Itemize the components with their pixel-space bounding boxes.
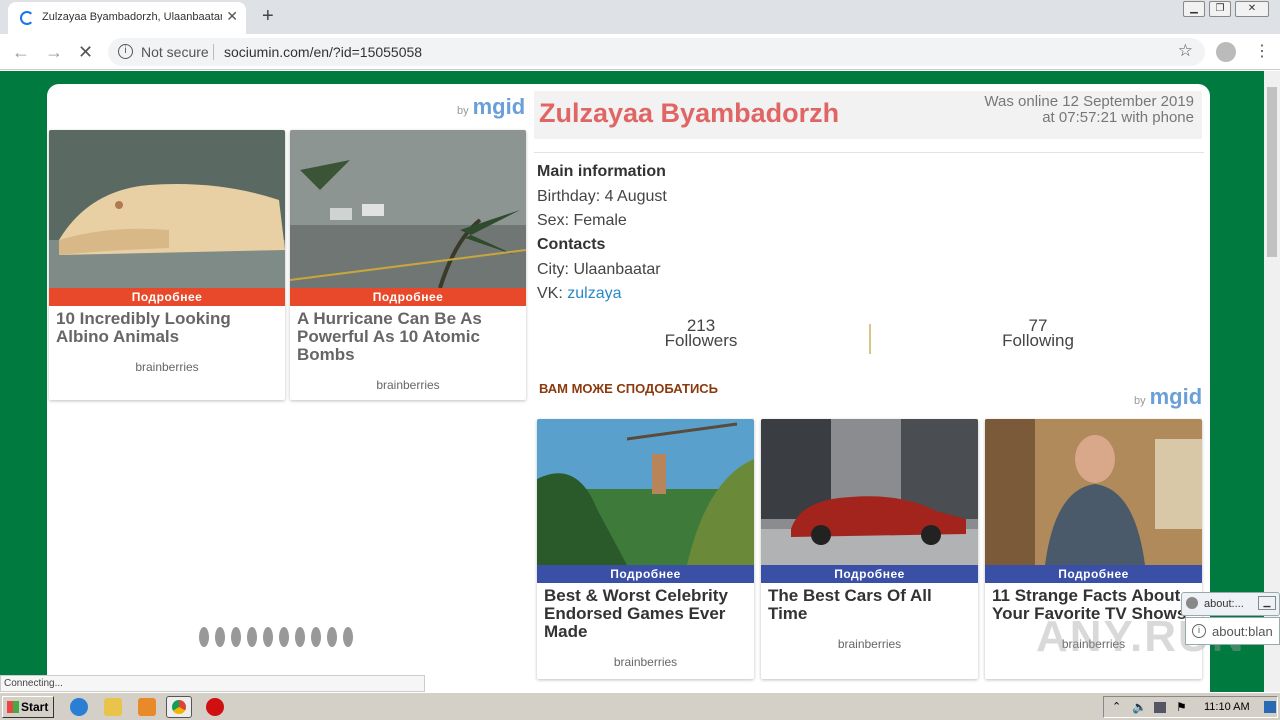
recommendations-heading: ВАМ МОЖЕ СПОДОБАТИСЬ [539,381,719,396]
ad-source: brainberries [613,655,678,669]
page-viewport: by mgid Подробнее 10 Incredibly Looking A… [0,71,1264,692]
more-button[interactable]: Подробнее [290,288,526,306]
ad-source: brainberries [837,637,902,651]
status-bar: Connecting... [0,675,425,692]
ad-card[interactable]: Подробнее The Best Cars Of All Time brai… [761,419,978,679]
birthday: Birthday: 4 August [537,188,667,205]
clock: 11:10 AM [1204,701,1250,713]
ad-card[interactable]: Подробнее A Hurricane Can Be As Powerful… [290,130,526,400]
new-tab-button[interactable]: + [262,5,274,28]
more-button[interactable]: Подробнее [761,565,978,583]
chrome-icon [172,700,186,714]
more-button[interactable]: Подробнее [49,288,285,306]
forward-arrow-icon[interactable]: → [45,42,63,63]
popup-title: about:... [1204,598,1244,610]
windows-logo-icon [7,701,19,713]
ad-card[interactable]: Подробнее 10 Incredibly Looking Albino A… [49,130,285,400]
tab-title: Zulzayaa Byambadorzh, Ulaanbaatar [42,11,222,23]
mgid-logo[interactable]: by mgid [457,94,525,120]
volume-icon[interactable]: 🔈 [1132,700,1147,714]
loading-spinner-icon [20,11,34,25]
popup-url: about:blan [1212,624,1273,639]
restore-button[interactable]: ❐ [1209,1,1231,17]
more-button[interactable]: Подробнее [537,565,754,583]
browser-toolbar: ← → ✕ i Not secure sociumin.com/en/?id=1… [0,34,1280,70]
ad-source: brainberries [376,378,440,392]
albino-alligator-image [49,130,285,288]
url-text[interactable]: sociumin.com/en/?id=15055058 [224,44,422,60]
minimize-button[interactable]: ▁ [1258,596,1276,610]
folder-icon[interactable] [104,698,122,716]
close-window-button[interactable]: ✕ [1235,1,1269,17]
scrollbar-thumb[interactable] [1267,87,1277,257]
content-card: by mgid Подробнее 10 Incredibly Looking A… [47,84,1210,692]
divider [534,152,1204,153]
vk-link[interactable]: zulzaya [567,285,621,302]
kebab-menu-icon[interactable]: ⋮ [1254,41,1270,61]
show-desktop-icon[interactable] [1264,701,1276,713]
address-bar[interactable]: i Not secure sociumin.com/en/?id=1505505… [108,38,1205,66]
city: City: Ulaanbaatar [537,261,661,278]
hurricane-image [290,130,526,288]
mgid-logo[interactable]: by mgid [1134,384,1202,410]
following-stat[interactable]: 77 Following [978,317,1098,349]
stop-loading-icon[interactable]: ✕ [78,42,93,63]
red-car-image [761,419,978,565]
loading-dots [199,627,359,652]
ad-title[interactable]: A Hurricane Can Be As Powerful As 10 Ato… [297,310,520,364]
tv-show-scene-image [985,419,1202,565]
game-jungle-image [537,419,754,565]
antivirus-icon[interactable] [206,698,224,716]
vk-label: VK: [537,285,568,302]
network-icon[interactable] [1154,702,1166,713]
contacts-heading: Contacts [537,236,606,253]
taskbar: Start ⌃ 🔈 ⚑ 11:10 AM [0,692,1280,720]
security-label: Not secure [141,44,209,60]
globe-icon [1186,597,1198,609]
internet-explorer-icon[interactable] [70,698,88,716]
profile-avatar-icon[interactable] [1216,42,1236,62]
vk-row: VK: zulzaya [537,285,621,303]
last-online: Was online 12 September 2019 at 07:57:21… [984,93,1194,126]
system-tray: ⌃ 🔈 ⚑ 11:10 AM [1103,696,1278,718]
minimize-button[interactable]: ▁ [1183,1,1205,17]
popup-window-tab[interactable]: about:... ▁ [1181,592,1280,616]
ad-title[interactable]: Best & Worst Celebrity Endorsed Games Ev… [544,587,748,641]
tab-close-icon[interactable]: ✕ [226,8,238,25]
chevron-up-icon[interactable]: ⌃ [1112,700,1121,713]
sex: Sex: Female [537,212,627,229]
media-player-icon[interactable] [138,698,156,716]
ad-title[interactable]: The Best Cars Of All Time [768,587,972,623]
ad-card[interactable]: Подробнее Best & Worst Celebrity Endorse… [537,419,754,679]
ad-title[interactable]: 10 Incredibly Looking Albino Animals [56,310,279,346]
info-icon: i [1192,624,1206,638]
chrome-taskbar-button[interactable] [166,696,192,718]
profile-header: Zulzayaa Byambadorzh Was online 12 Septe… [534,91,1202,139]
bookmark-star-icon[interactable]: ☆ [1178,41,1193,61]
start-button[interactable]: Start [2,696,54,718]
flag-icon[interactable]: ⚑ [1176,700,1187,714]
browser-tab[interactable]: Zulzayaa Byambadorzh, Ulaanbaatar ✕ [8,2,246,34]
followers-stat[interactable]: 213 Followers [641,317,761,349]
popup-address-bar[interactable]: i about:blan [1185,617,1280,645]
back-arrow-icon[interactable]: ← [12,42,30,63]
main-info-heading: Main information [537,163,666,180]
profile-name: Zulzayaa Byambadorzh [539,98,840,128]
more-button[interactable]: Подробнее [985,565,1202,583]
tab-strip: Zulzayaa Byambadorzh, Ulaanbaatar ✕ + ▁ … [0,0,1280,34]
ad-source: brainberries [135,360,199,374]
stats-divider [869,324,871,354]
divider [213,44,214,60]
site-info-icon[interactable]: i [118,44,133,59]
